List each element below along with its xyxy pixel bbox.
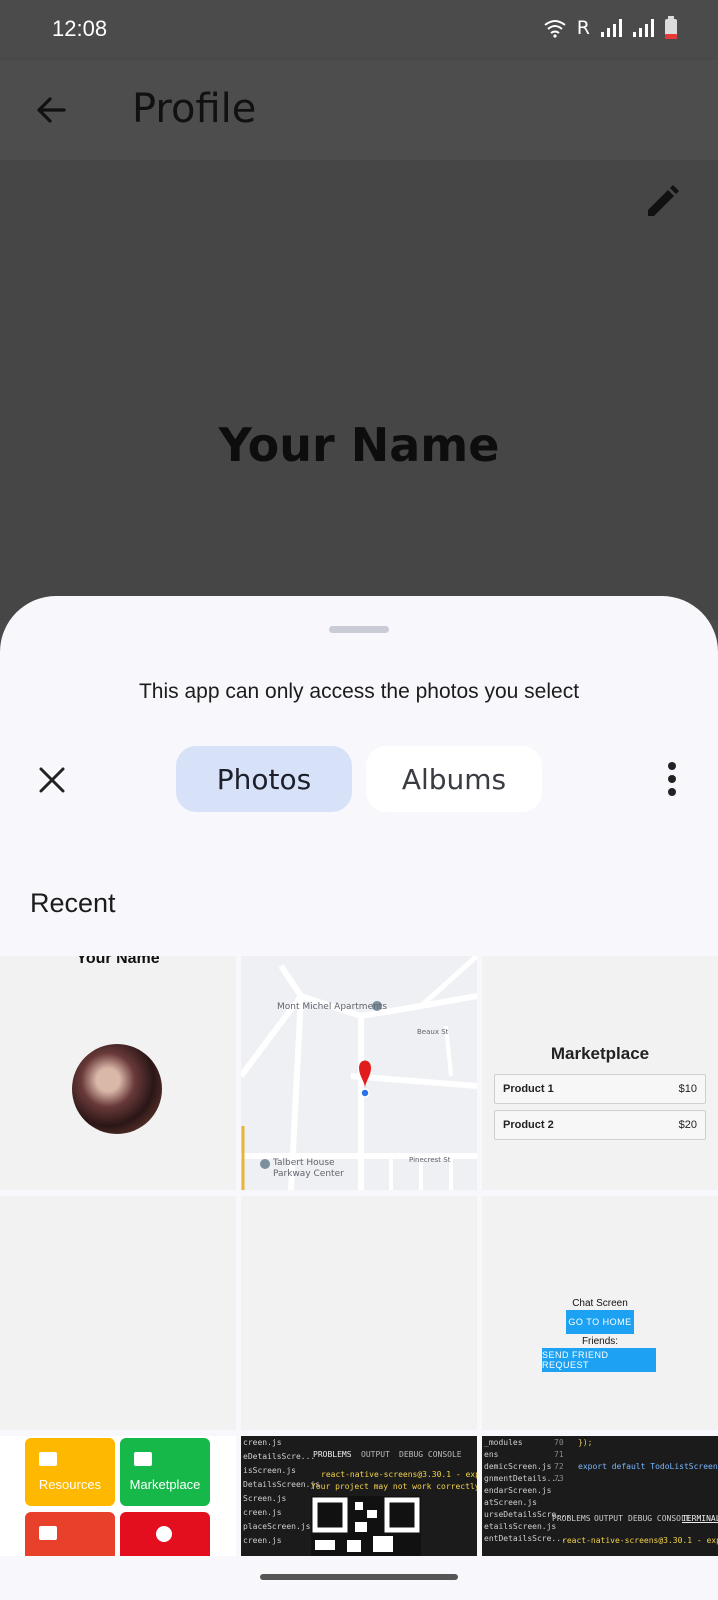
product-name: Product 1 [503, 1083, 554, 1095]
photo-thumbnail-code-1[interactable]: creen.js eDetailsScre... isScreen.js Det… [241, 1436, 477, 1556]
code-line: atScreen.js [484, 1498, 537, 1507]
panel-tab: OUTPUT [361, 1450, 390, 1459]
wifi-icon [544, 20, 566, 38]
photo-thumbnail-blank[interactable] [241, 1196, 477, 1430]
line-number: 71 [554, 1450, 564, 1459]
map-label: Mont Michel Apartments [277, 1002, 388, 1012]
code-line: creen.js [243, 1508, 282, 1517]
map-icon [39, 1526, 57, 1540]
code-statement: export default TodoListScreen; [578, 1462, 718, 1471]
terminal-warning: Your project may not work correctly u [311, 1482, 477, 1491]
line-number: 70 [554, 1438, 564, 1447]
photo-thumbnail-map[interactable]: Mont Michel Apartments Talbert House Par… [241, 956, 477, 1190]
profile-area: Your Name [0, 160, 718, 620]
code-line: creen.js [243, 1536, 282, 1545]
terminal-warning: react-native-screens@3.30.1 - expect [321, 1470, 477, 1479]
map-roads [241, 956, 477, 1190]
photo-thumbnail-home[interactable]: Resources Marketplace [0, 1436, 236, 1556]
photo-thumbnail-profile[interactable]: Your Name [0, 956, 236, 1190]
map-label: Beaux St [417, 1028, 449, 1036]
line-number: 73 [554, 1474, 564, 1483]
tile-label: Resources [38, 1477, 102, 1492]
code-line: gnmentDetails... [484, 1474, 562, 1483]
product-price: $10 [678, 1083, 697, 1095]
picker-toolbar: Photos Albums [0, 746, 718, 816]
more-dot [668, 762, 676, 770]
store-icon [134, 1452, 152, 1466]
code-line: creen.js [243, 1438, 282, 1447]
code-line: _modules [484, 1438, 523, 1447]
thumb-tile-marketplace: Marketplace [120, 1438, 210, 1506]
code-line: DetailsScreen.js [243, 1480, 321, 1489]
code-line: ens [484, 1450, 499, 1459]
panel-tab: PROBLEMS [552, 1514, 591, 1523]
photo-picker-sheet: This app can only access the photos you … [0, 596, 718, 1600]
map-label: Pinecrest St [409, 1156, 451, 1164]
photo-thumbnail-marketplace[interactable]: Marketplace Product 1 $10 Product 2 $20 [482, 956, 718, 1190]
back-arrow-icon[interactable] [32, 90, 72, 130]
line-number: 72 [554, 1462, 564, 1471]
photo-thumbnail-code-2[interactable]: _modules ens demicScreen.js gnmentDetail… [482, 1436, 718, 1556]
thumb-profile-name: Your Name [76, 956, 160, 967]
panel-tab: PROBLEMS [313, 1450, 352, 1459]
edit-pencil-icon[interactable] [642, 182, 682, 222]
folder-icon [39, 1452, 57, 1466]
status-bar: 12:08 R [0, 0, 718, 60]
app-bar: Profile [0, 60, 718, 160]
qr-code-icon [311, 1496, 421, 1556]
photo-thumbnail-chat[interactable]: Chat Screen GO TO HOME Friends: SEND FRI… [482, 1196, 718, 1430]
photo-thumbnail-blank[interactable] [0, 1196, 236, 1430]
tab-albums[interactable]: Albums [366, 746, 542, 812]
map-label: Parkway Center [273, 1169, 344, 1179]
signal-icon [601, 19, 622, 37]
thumb-marketplace-title: Marketplace [550, 1044, 650, 1063]
thumb-send-request-button: SEND FRIEND REQUEST [542, 1348, 656, 1372]
map-label: Talbert House [273, 1158, 335, 1168]
thumb-product-row: Product 2 $20 [494, 1110, 706, 1140]
code-line: placeScreen.js [243, 1522, 311, 1531]
status-time: 12:08 [52, 16, 108, 41]
code-line: endarScreen.js [484, 1486, 552, 1495]
more-dot [668, 788, 676, 796]
code-closing: }); [578, 1438, 593, 1447]
thumb-tile-profile [120, 1512, 210, 1556]
tile-label: Marketplace [129, 1477, 201, 1492]
drag-handle[interactable] [329, 626, 389, 633]
thumb-product-row: Product 1 $10 [494, 1074, 706, 1104]
thumb-tile-resources: Resources [25, 1438, 115, 1506]
terminal-warning: react-native-screens@3.30.1 - expected v… [562, 1536, 718, 1545]
panel-tab: TERMINAL [682, 1514, 718, 1523]
page-title: Profile [132, 86, 257, 132]
roaming-indicator: R [576, 17, 590, 39]
thumb-friends-label: Friends: [581, 1336, 619, 1347]
code-line: entDetailsScre... [484, 1534, 566, 1543]
thumb-chat-title: Chat Screen [572, 1298, 628, 1309]
tab-photos[interactable]: Photos [176, 746, 352, 812]
access-notice: This app can only access the photos you … [138, 680, 580, 703]
close-button[interactable] [32, 760, 72, 800]
code-line: demicScreen.js [484, 1462, 552, 1471]
thumb-tile-map [25, 1512, 115, 1556]
battery-icon [665, 16, 677, 39]
more-options-button[interactable] [660, 758, 684, 800]
profile-name: Your Name [218, 418, 500, 472]
code-line: Screen.js [243, 1494, 287, 1503]
product-name: Product 2 [503, 1119, 554, 1131]
panel-tab: DEBUG CONSOLE [399, 1450, 462, 1459]
code-line: etailsScreen.js [484, 1522, 557, 1531]
more-dot [668, 775, 676, 783]
product-price: $20 [678, 1119, 697, 1131]
panel-tab: OUTPUT [594, 1514, 623, 1523]
photo-grid: Your Name Mont Michel Apartments Talbert… [0, 956, 718, 1556]
gesture-nav-handle[interactable] [260, 1574, 458, 1580]
thumb-avatar [72, 1044, 162, 1134]
section-label-recent: Recent [30, 888, 116, 918]
code-line: isScreen.js [243, 1466, 296, 1475]
close-icon [39, 767, 65, 793]
status-icons: R [543, 16, 678, 40]
code-line: eDetailsScre... [243, 1452, 316, 1461]
signal-icon-secondary [633, 19, 654, 37]
thumb-go-home-button: GO TO HOME [566, 1310, 634, 1334]
account-icon [156, 1526, 172, 1542]
